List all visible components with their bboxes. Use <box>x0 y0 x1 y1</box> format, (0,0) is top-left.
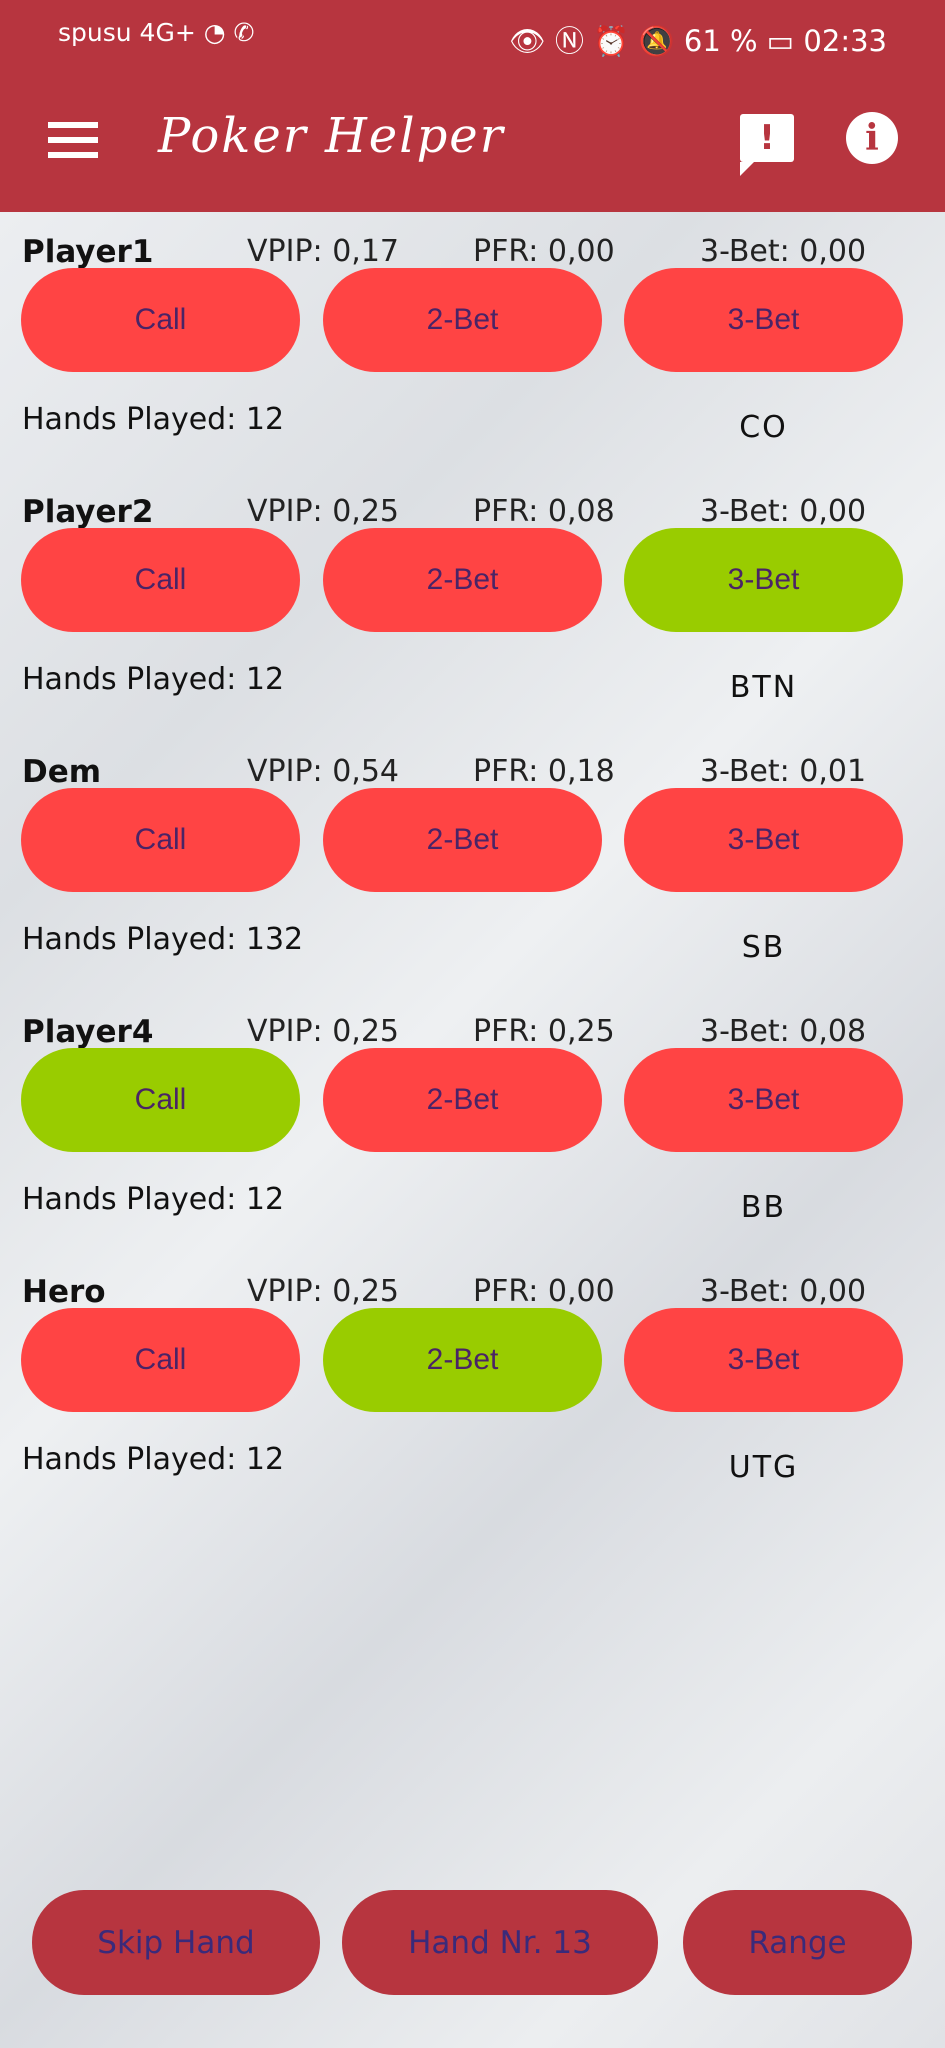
player-row: Player4 VPIP: 0,25 PFR: 0,25 3-Bet: 0,08… <box>0 1014 945 1264</box>
hands-played: Hands Played: 12 <box>22 1182 285 1217</box>
two-bet-button[interactable]: 2-Bet <box>323 788 602 892</box>
hamburger-icon[interactable] <box>48 122 98 158</box>
call-button[interactable]: Call <box>21 788 300 892</box>
three-bet-button[interactable]: 3-Bet <box>624 788 903 892</box>
status-bar: spusu 4G+ ◔ ✆ 👁 Ⓝ ⏰ 🔕 61 % ▭ 02:33 <box>0 18 945 58</box>
threebet-stat: 3-Bet: 0,00 <box>700 494 867 529</box>
vpip-stat: VPIP: 0,25 <box>247 1014 399 1049</box>
player-row: Player1 VPIP: 0,17 PFR: 0,00 3-Bet: 0,00… <box>0 234 945 484</box>
pfr-stat: PFR: 0,00 <box>473 1274 615 1309</box>
table-position: BTN <box>729 670 798 705</box>
vpip-stat: VPIP: 0,25 <box>247 494 399 529</box>
vpip-stat: VPIP: 0,25 <box>247 1274 399 1309</box>
call-button[interactable]: Call <box>21 528 300 632</box>
two-bet-button[interactable]: 2-Bet <box>323 1308 602 1412</box>
two-bet-button[interactable]: 2-Bet <box>323 268 602 372</box>
hand-number-button[interactable]: Hand Nr. 13 <box>342 1890 658 1995</box>
table-position: BB <box>740 1190 787 1225</box>
player-name: Dem <box>22 754 102 790</box>
range-button[interactable]: Range <box>683 1890 912 1995</box>
skip-hand-button[interactable]: Skip Hand <box>32 1890 320 1995</box>
player-row: Hero VPIP: 0,25 PFR: 0,00 3-Bet: 0,00 Ca… <box>0 1274 945 1524</box>
table-position: CO <box>739 410 788 445</box>
app-title: Poker Helper <box>158 108 505 164</box>
vpip-stat: VPIP: 0,17 <box>247 234 399 269</box>
player-name: Player4 <box>22 1014 154 1050</box>
info-icon[interactable]: i <box>846 112 898 164</box>
hands-played: Hands Played: 132 <box>22 922 304 957</box>
two-bet-button[interactable]: 2-Bet <box>323 528 602 632</box>
player-name: Player1 <box>22 234 154 270</box>
call-button[interactable]: Call <box>21 1048 300 1152</box>
vpip-stat: VPIP: 0,54 <box>247 754 399 789</box>
player-row: Dem VPIP: 0,54 PFR: 0,18 3-Bet: 0,01 Cal… <box>0 754 945 1004</box>
threebet-stat: 3-Bet: 0,01 <box>700 754 867 789</box>
pfr-stat: PFR: 0,08 <box>473 494 615 529</box>
table-position: SB <box>741 930 786 965</box>
call-button[interactable]: Call <box>21 268 300 372</box>
player-row: Player2 VPIP: 0,25 PFR: 0,08 3-Bet: 0,00… <box>0 494 945 744</box>
hands-played: Hands Played: 12 <box>22 1442 285 1477</box>
player-name: Player2 <box>22 494 154 530</box>
threebet-stat: 3-Bet: 0,00 <box>700 234 867 269</box>
status-left: spusu 4G+ ◔ ✆ <box>58 18 255 47</box>
three-bet-button[interactable]: 3-Bet <box>624 1308 903 1412</box>
threebet-stat: 3-Bet: 0,08 <box>700 1014 867 1049</box>
three-bet-button[interactable]: 3-Bet <box>624 1048 903 1152</box>
table-position: UTG <box>728 1450 799 1485</box>
player-name: Hero <box>22 1274 106 1310</box>
hands-played: Hands Played: 12 <box>22 402 285 437</box>
hands-played: Hands Played: 12 <box>22 662 285 697</box>
two-bet-button[interactable]: 2-Bet <box>323 1048 602 1152</box>
pfr-stat: PFR: 0,00 <box>473 234 615 269</box>
status-right: 👁 Ⓝ ⏰ 🔕 61 % ▭ 02:33 <box>509 24 887 58</box>
app-header: spusu 4G+ ◔ ✆ 👁 Ⓝ ⏰ 🔕 61 % ▭ 02:33 Poker… <box>0 0 945 212</box>
three-bet-button[interactable]: 3-Bet <box>624 528 903 632</box>
three-bet-button[interactable]: 3-Bet <box>624 268 903 372</box>
threebet-stat: 3-Bet: 0,00 <box>700 1274 867 1309</box>
pfr-stat: PFR: 0,18 <box>473 754 615 789</box>
call-button[interactable]: Call <box>21 1308 300 1412</box>
pfr-stat: PFR: 0,25 <box>473 1014 615 1049</box>
feedback-icon[interactable]: ! <box>740 114 794 176</box>
